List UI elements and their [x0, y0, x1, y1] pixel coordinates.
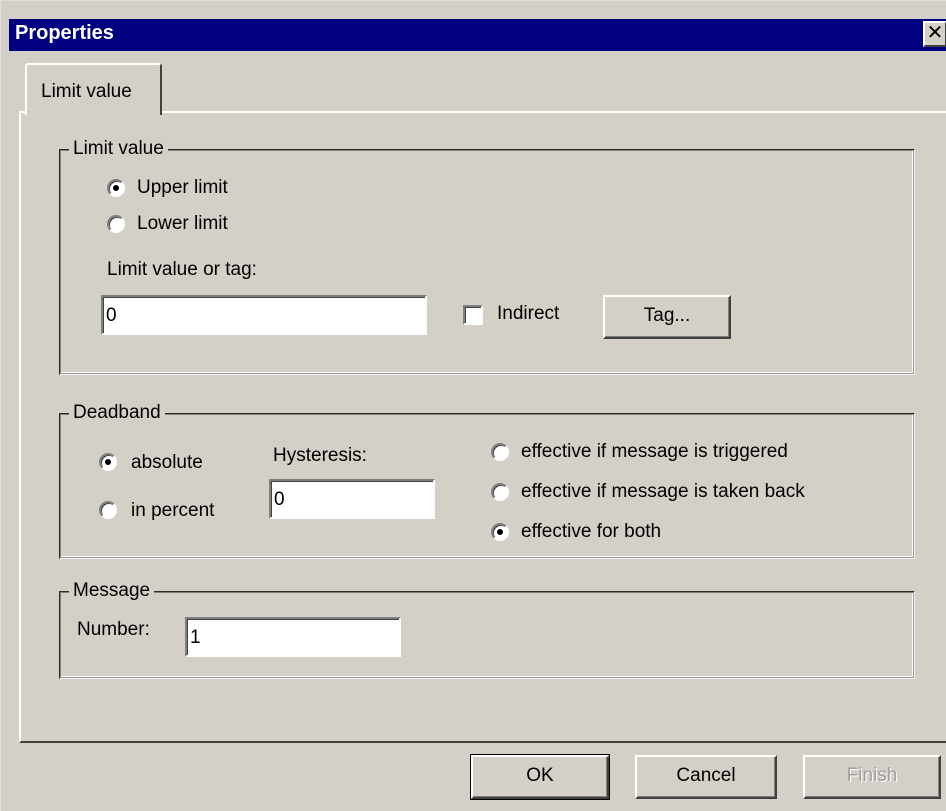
absolute-radio[interactable]	[99, 453, 117, 471]
indirect-checkbox[interactable]	[463, 305, 483, 325]
effective-taken-back-label[interactable]: effective if message is taken back	[521, 481, 805, 503]
lower-limit-radio[interactable]	[107, 215, 125, 233]
effective-triggered-radio[interactable]	[491, 443, 509, 461]
close-icon[interactable]: ✕	[923, 21, 946, 47]
message-number-input[interactable]: 1	[185, 617, 401, 657]
number-label: Number:	[77, 619, 150, 640]
hysteresis-label: Hysteresis:	[273, 445, 367, 466]
finish-button[interactable]: Finish	[803, 755, 941, 799]
in-percent-label[interactable]: in percent	[131, 500, 214, 522]
limit-value-legend: Limit value	[69, 138, 168, 160]
properties-dialog: Properties ✕ Limit value Limit value Upp…	[0, 0, 946, 811]
lower-limit-label[interactable]: Lower limit	[137, 213, 228, 235]
limit-value-group: Limit value Upper limit Lower limit Limi…	[59, 138, 915, 375]
hysteresis-input[interactable]: 0	[269, 479, 435, 519]
tag-button[interactable]: Tag...	[603, 295, 731, 339]
in-percent-radio[interactable]	[99, 501, 117, 519]
tab-panel: Limit value Upper limit Lower limit Limi…	[19, 111, 946, 743]
cancel-button[interactable]: Cancel	[635, 755, 777, 799]
tab-label: Limit value	[41, 81, 132, 102]
indirect-label[interactable]: Indirect	[497, 303, 559, 325]
effective-for-both-radio[interactable]	[491, 523, 509, 541]
effective-taken-back-radio[interactable]	[491, 483, 509, 501]
deadband-group: Deadband absolute in percent Hysteresis:…	[59, 402, 915, 559]
absolute-label[interactable]: absolute	[131, 452, 203, 474]
dialog-title: Properties	[15, 22, 114, 44]
ok-button[interactable]: OK	[470, 754, 610, 800]
upper-limit-label[interactable]: Upper limit	[137, 177, 228, 199]
limit-value-field-label: Limit value or tag:	[107, 259, 257, 280]
limit-value-input[interactable]: 0	[101, 295, 427, 335]
message-legend: Message	[69, 580, 155, 602]
title-bar[interactable]: Properties ✕	[9, 19, 946, 51]
effective-for-both-label[interactable]: effective for both	[521, 521, 661, 543]
upper-limit-radio[interactable]	[107, 179, 125, 197]
tab-limit-value[interactable]: Limit value	[25, 63, 162, 115]
effective-triggered-label[interactable]: effective if message is triggered	[521, 441, 788, 463]
deadband-legend: Deadband	[69, 402, 165, 424]
message-group: Message Number: 1	[59, 580, 915, 679]
